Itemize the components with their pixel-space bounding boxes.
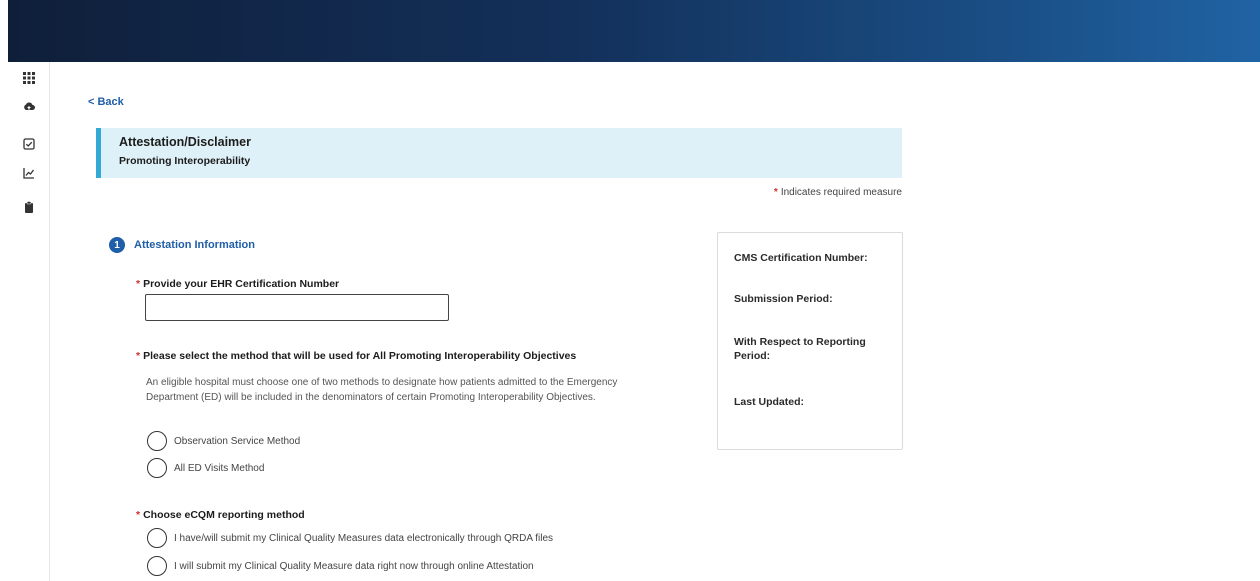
radio-button[interactable] (147, 556, 167, 576)
ehr-cert-label: * Provide your EHR Certification Number (136, 278, 339, 290)
radio-observation-service[interactable]: Observation Service Method (147, 431, 300, 451)
last-updated-label: Last Updated: (734, 396, 805, 408)
radio-label: I have/will submit my Clinical Quality M… (174, 532, 554, 544)
radio-label: Observation Service Method (174, 435, 301, 447)
page-banner: Attestation/Disclaimer Promoting Interop… (96, 128, 902, 178)
pi-method-description: An eligible hospital must choose one of … (146, 377, 618, 403)
top-header-bar (8, 0, 1260, 62)
back-link[interactable]: < Back (88, 96, 124, 108)
required-star: * (773, 187, 778, 198)
ehr-cert-input[interactable] (145, 294, 449, 321)
page-subtitle: Promoting Interoperability (119, 155, 251, 167)
required-measure-note: * Indicates required measure (774, 187, 902, 198)
step-number-badge: 1 (109, 237, 125, 253)
ecqm-method-label-text: Choose eCQM reporting method (143, 509, 305, 521)
ehr-cert-label-text: Provide your EHR Certification Number (143, 278, 340, 290)
radio-label: All ED Visits Method (174, 462, 265, 474)
cms-cert-number-label: CMS Certification Number: (734, 252, 868, 264)
page-title: Attestation/Disclaimer (119, 135, 251, 149)
radio-all-ed-visits[interactable]: All ED Visits Method (147, 458, 264, 478)
attestation-summary-card: CMS Certification Number: Submission Per… (717, 232, 903, 450)
pi-method-label: * Please select the method that will be u… (136, 350, 576, 362)
cloud-upload-icon[interactable] (21, 98, 37, 114)
radio-qrda-files[interactable]: I have/will submit my Clinical Quality M… (147, 528, 553, 548)
radio-button[interactable] (147, 528, 167, 548)
radio-button[interactable] (147, 431, 167, 451)
section-title: Attestation Information (134, 239, 255, 251)
submission-period-label: Submission Period: (734, 293, 833, 305)
left-sidebar (8, 62, 50, 581)
grid-icon[interactable] (21, 70, 37, 86)
checkbox-icon[interactable] (21, 136, 37, 152)
required-note-text: Indicates required measure (780, 187, 902, 198)
clipboard-icon[interactable] (21, 199, 37, 215)
ecqm-method-label: * Choose eCQM reporting method (136, 509, 305, 521)
required-star: * (136, 509, 141, 521)
required-star: * (136, 278, 141, 290)
chart-icon[interactable] (21, 165, 37, 181)
radio-label: I will submit my Clinical Quality Measur… (174, 560, 534, 572)
required-star: * (136, 350, 141, 362)
radio-online-attestation[interactable]: I will submit my Clinical Quality Measur… (147, 556, 534, 576)
pi-method-label-text: Please select the method that will be us… (143, 350, 577, 362)
reporting-period-label: With Respect to Reporting Period: (734, 336, 866, 362)
radio-button[interactable] (147, 458, 167, 478)
